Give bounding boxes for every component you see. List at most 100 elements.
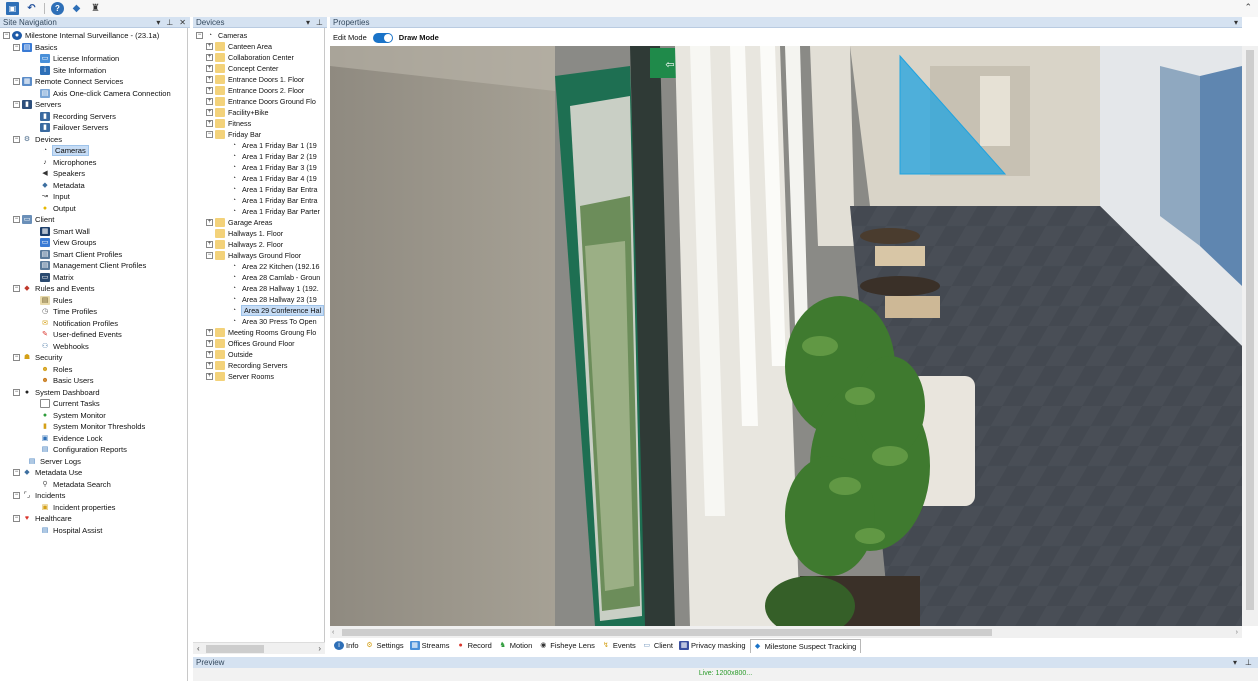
expand-toggle[interactable]: + xyxy=(206,219,213,227)
scroll-thumb[interactable] xyxy=(205,644,264,653)
tree-item-matrix[interactable]: ▭ Matrix xyxy=(40,272,74,284)
pin-icon[interactable]: ⊥ xyxy=(316,18,323,27)
tab-settings[interactable]: ⚙ Settings xyxy=(363,639,408,653)
expand-toggle[interactable]: + xyxy=(206,329,213,337)
tree-item-servers[interactable]: − ▮ Servers xyxy=(13,99,61,111)
collapse-toggle[interactable]: − xyxy=(206,252,213,260)
camera-view[interactable]: ⇦ xyxy=(330,46,1242,626)
camera-item[interactable]: ◔ Area 1 Friday Bar 4 (19 xyxy=(229,173,317,185)
pane-dropdown-icon[interactable]: ▾ xyxy=(156,18,160,27)
collapse-toggle[interactable]: − xyxy=(13,78,20,86)
tree-item-time-profiles[interactable]: ◷ Time Profiles xyxy=(40,306,97,318)
collapse-toggle[interactable]: − xyxy=(196,32,203,40)
tree-item-recording-servers[interactable]: ▮ Recording Servers xyxy=(40,111,116,123)
tab-record[interactable]: ● Record xyxy=(454,639,496,653)
tree-item-evidence-lock[interactable]: ▣ Evidence Lock xyxy=(40,433,103,445)
tree-item-current-tasks[interactable]: Current Tasks xyxy=(40,398,100,410)
collapse-chevron-icon[interactable]: ⌃ xyxy=(1244,2,1252,13)
tree-item-roles[interactable]: ☻ Roles xyxy=(40,364,72,376)
tree-item-incidents[interactable]: − ⌜⌟ Incidents xyxy=(13,490,65,502)
tree-item-input[interactable]: ↝ Input xyxy=(40,191,70,203)
device-folder-hallways-ground[interactable]: − Hallways Ground Floor xyxy=(206,250,301,262)
device-folder-entrance-doors-1[interactable]: + Entrance Doors 1. Floor xyxy=(206,74,304,86)
expand-toggle[interactable]: + xyxy=(206,120,213,128)
camera-item[interactable]: ◔ Area 1 Friday Bar Parter xyxy=(229,206,320,218)
expand-toggle[interactable]: + xyxy=(206,109,213,117)
device-folder-outside[interactable]: + Outside xyxy=(206,349,253,361)
tree-item-rules-and-events[interactable]: − ◆ Rules and Events xyxy=(13,283,95,295)
collapse-toggle[interactable]: − xyxy=(13,135,20,143)
device-folder-entrance-doors-2[interactable]: + Entrance Doors 2. Floor xyxy=(206,85,304,97)
collapse-toggle[interactable]: − xyxy=(13,101,20,109)
collapse-toggle[interactable]: − xyxy=(13,515,20,523)
scroll-thumb[interactable] xyxy=(342,628,993,636)
tree-item-axis-one-click[interactable]: ▤ Axis One-click Camera Connection xyxy=(40,88,171,100)
pane-dropdown-icon[interactable]: ▾ xyxy=(306,18,310,27)
device-folder-friday-bar[interactable]: − Friday Bar xyxy=(206,129,261,141)
camera-horizontal-scrollbar[interactable]: ‹ › xyxy=(330,626,1242,638)
tree-item-notification-profiles[interactable]: ✉ Notification Profiles xyxy=(40,318,118,330)
tree-item-metadata[interactable]: ◆ Metadata xyxy=(40,180,84,192)
device-folder-offices-ground[interactable]: + Offices Ground Floor xyxy=(206,338,295,350)
tree-item-basic-users[interactable]: ☻ Basic Users xyxy=(40,375,93,387)
device-group-cameras[interactable]: − ◔ Cameras xyxy=(196,30,247,42)
tree-item-license-information[interactable]: ▭ License Information xyxy=(40,53,119,65)
tree-item-system-dashboard[interactable]: − ● System Dashboard xyxy=(13,387,100,399)
camera-item[interactable]: ◔ Area 22 Kitchen (192.16 xyxy=(229,261,320,273)
tree-item-smart-wall[interactable]: ▦ Smart Wall xyxy=(40,226,90,238)
tree-item-devices[interactable]: − ⚙ Devices xyxy=(13,134,62,146)
camera-vertical-scrollbar[interactable] xyxy=(1242,46,1258,626)
tree-item-client[interactable]: − ▭ Client xyxy=(13,214,54,226)
tree-item-server-logs[interactable]: ▤ Server Logs xyxy=(27,456,81,468)
tree-item-microphones[interactable]: ♪ Microphones xyxy=(40,157,96,169)
tree-item-rules[interactable]: ▤ Rules xyxy=(40,295,72,307)
tab-motion[interactable]: ♞ Motion xyxy=(496,639,537,653)
device-folder-concept-center[interactable]: + Concept Center xyxy=(206,63,278,75)
camera-item[interactable]: ◔ Area 1 Friday Bar Entra xyxy=(229,184,318,196)
tree-item-view-groups[interactable]: ▭ View Groups xyxy=(40,237,96,249)
tab-privacy-masking[interactable]: ▦ Privacy masking xyxy=(677,639,750,653)
tree-item-management-client-profiles[interactable]: ▤ Management Client Profiles xyxy=(40,260,146,272)
device-folder-server-rooms[interactable]: + Server Rooms xyxy=(206,371,274,383)
tree-item-system-monitor[interactable]: ● System Monitor xyxy=(40,410,106,422)
tree-item-basics[interactable]: − ▤ Basics xyxy=(13,42,57,54)
tree-item-webhooks[interactable]: ⚇ Webhooks xyxy=(40,341,89,353)
expand-toggle[interactable]: + xyxy=(206,65,213,73)
tab-streams[interactable]: ▦ Streams xyxy=(408,639,454,653)
camera-item[interactable]: ◔ Area 28 Hallway 23 (19 xyxy=(229,294,317,306)
camera-item[interactable]: ◔ Area 1 Friday Bar 1 (19 xyxy=(229,140,317,152)
tree-item-system-monitor-thresholds[interactable]: ▮ System Monitor Thresholds xyxy=(40,421,145,433)
tree-item-failover-servers[interactable]: ▮ Failover Servers xyxy=(40,122,108,134)
device-folder-canteen-area[interactable]: + Canteen Area xyxy=(206,41,272,53)
tree-item-hospital-assist[interactable]: ▤ Hospital Assist xyxy=(40,525,103,537)
expand-toggle[interactable]: + xyxy=(206,43,213,51)
camera-item[interactable]: ◔ Area 30 Press To Open xyxy=(229,316,317,328)
collapse-toggle[interactable]: − xyxy=(3,32,10,40)
camera-item[interactable]: ◔ Area 1 Friday Bar Entra xyxy=(229,195,318,207)
collapse-toggle[interactable]: − xyxy=(13,285,20,293)
collapse-toggle[interactable]: − xyxy=(13,469,20,477)
pin-icon[interactable]: ⊥ xyxy=(166,18,173,27)
device-folder-facility-bike[interactable]: + Facility+Bike xyxy=(206,107,269,119)
tab-info[interactable]: i Info xyxy=(332,639,363,653)
collapse-toggle[interactable]: − xyxy=(13,216,20,224)
scroll-left-icon[interactable]: ‹ xyxy=(197,644,200,653)
scroll-right-icon[interactable]: › xyxy=(318,644,321,653)
tab-client[interactable]: ▭ Client xyxy=(640,639,677,653)
tree-item-speakers[interactable]: ◀ Speakers xyxy=(40,168,85,180)
device-folder-recording-servers[interactable]: + Recording Servers xyxy=(206,360,288,372)
device-folder-hallways-1[interactable]: Hallways 1. Floor xyxy=(215,228,283,240)
pane-dropdown-icon[interactable]: ▾ xyxy=(1234,18,1238,27)
collapse-toggle[interactable]: − xyxy=(13,354,20,362)
tree-item-remote-connect-services[interactable]: − ▦ Remote Connect Services xyxy=(13,76,123,88)
tree-item-user-defined-events[interactable]: ✎ User-defined Events xyxy=(40,329,122,341)
expand-toggle[interactable]: + xyxy=(206,54,213,62)
expand-toggle[interactable]: + xyxy=(206,351,213,359)
tree-item-metadata-use[interactable]: − ◆ Metadata Use xyxy=(13,467,82,479)
collapse-toggle[interactable]: − xyxy=(13,492,20,500)
tree-item-root[interactable]: − ● Milestone Internal Surveillance - (23.… xyxy=(3,30,159,42)
camera-item[interactable]: ◔ Area 1 Friday Bar 3 (19 xyxy=(229,162,317,174)
help-icon[interactable]: ? xyxy=(51,2,64,15)
expand-toggle[interactable]: + xyxy=(206,98,213,106)
connect-icon[interactable]: ◆ xyxy=(70,2,83,15)
